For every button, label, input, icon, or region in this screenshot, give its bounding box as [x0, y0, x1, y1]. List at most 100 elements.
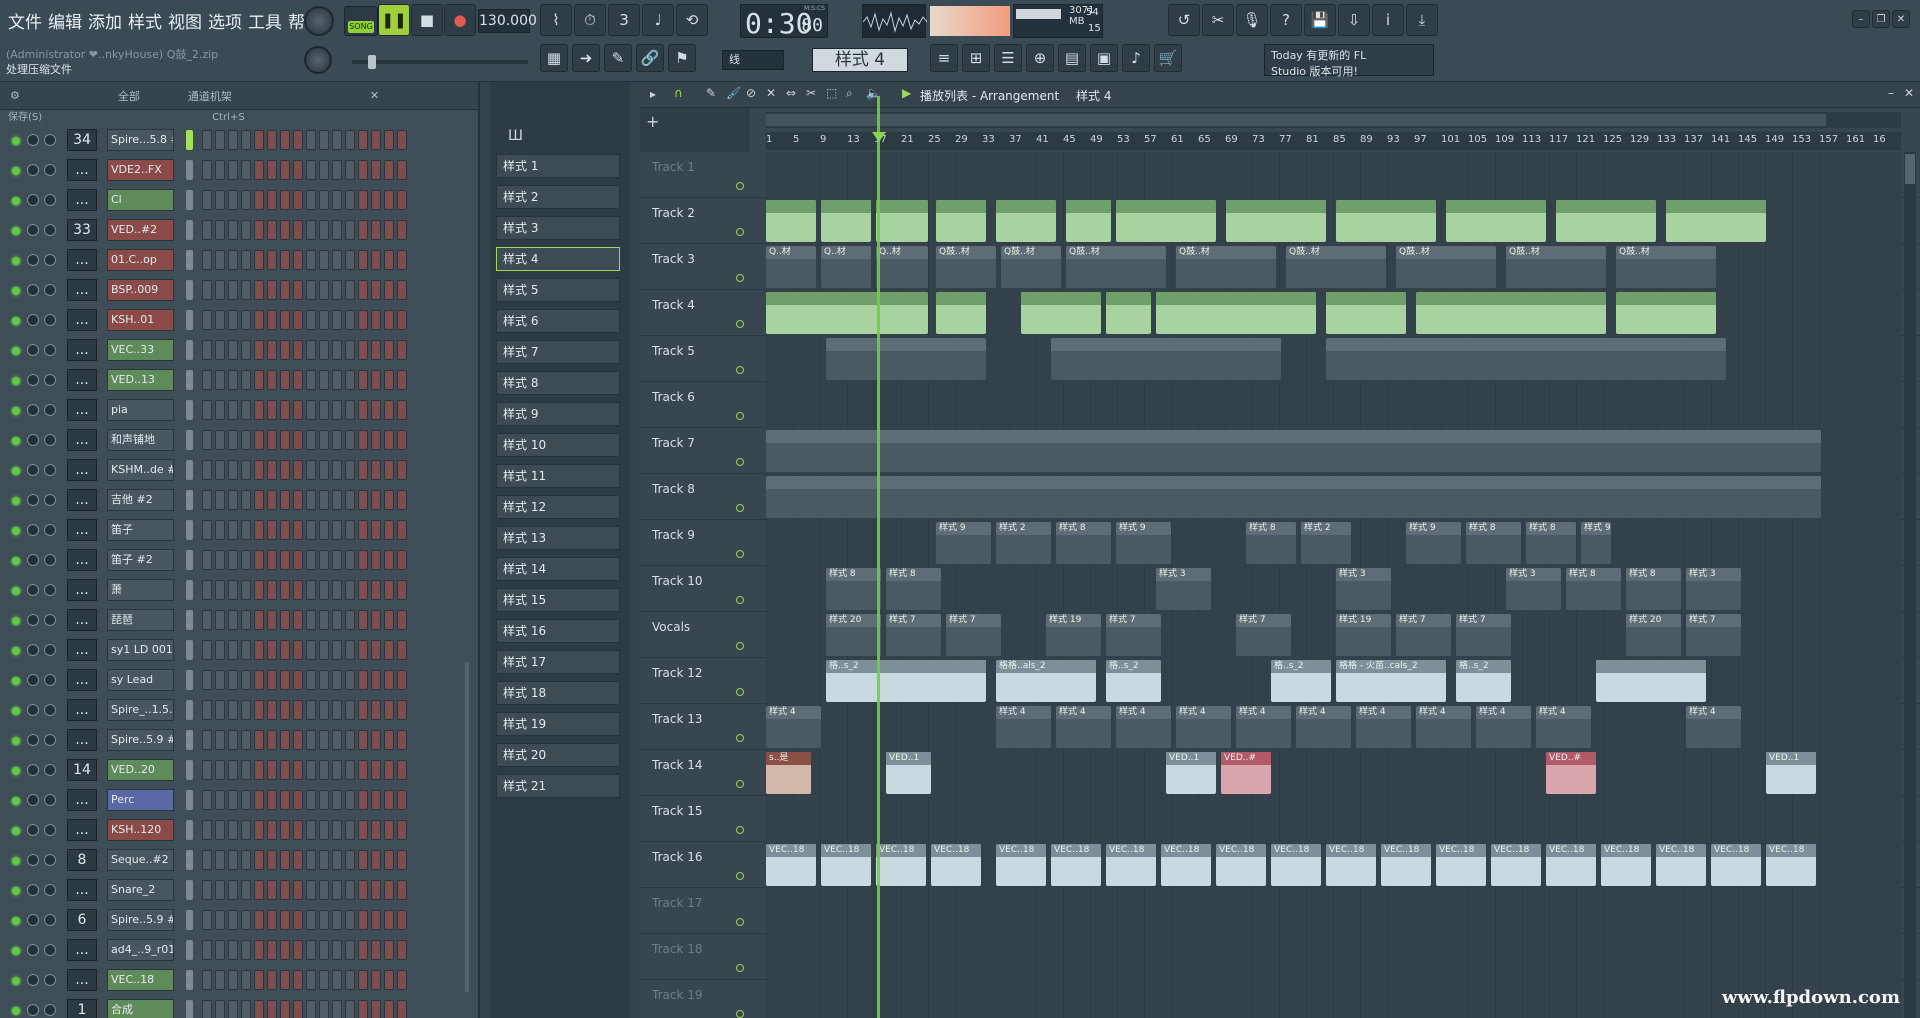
- step-button[interactable]: [358, 520, 368, 540]
- pattern-clip[interactable]: 样式 4: [1116, 706, 1171, 748]
- step-button[interactable]: [306, 220, 316, 240]
- step-button[interactable]: [371, 640, 381, 660]
- step-button[interactable]: [319, 760, 329, 780]
- playlist-minimize-icon[interactable]: –: [1888, 86, 1894, 100]
- track-name[interactable]: Track 5: [652, 344, 695, 358]
- pattern-clip[interactable]: VEC..18: [1546, 844, 1596, 886]
- channel-name-button[interactable]: Cl: [107, 189, 174, 211]
- step-button[interactable]: [254, 160, 264, 180]
- channel-name-button[interactable]: Seque..#2 #2: [107, 849, 174, 871]
- step-button[interactable]: [241, 370, 251, 390]
- pattern-clip[interactable]: 样式 8: [1526, 522, 1576, 564]
- step-button[interactable]: [358, 820, 368, 840]
- step-button[interactable]: [345, 910, 355, 930]
- step-button[interactable]: [228, 700, 238, 720]
- save-icon[interactable]: 💾: [1304, 4, 1336, 36]
- pattern-clip[interactable]: 样式 3: [1506, 568, 1561, 610]
- track-name[interactable]: Track 1: [652, 160, 695, 174]
- track-mute-icon[interactable]: [736, 274, 744, 282]
- step-button[interactable]: [280, 460, 290, 480]
- step-button[interactable]: [228, 580, 238, 600]
- step-button[interactable]: [358, 940, 368, 960]
- channel-led-icon[interactable]: [12, 467, 20, 475]
- mixer-track-number[interactable]: ...: [67, 489, 97, 511]
- step-button[interactable]: [228, 640, 238, 660]
- pattern-clip[interactable]: 样式 4: [1356, 706, 1411, 748]
- step-button[interactable]: [397, 460, 407, 480]
- pattern-clip[interactable]: [1021, 292, 1101, 334]
- step-button[interactable]: [267, 730, 277, 750]
- volume-knob[interactable]: [44, 944, 56, 956]
- step-button[interactable]: [319, 940, 329, 960]
- step-button[interactable]: [254, 730, 264, 750]
- step-button[interactable]: [345, 430, 355, 450]
- step-button[interactable]: [306, 880, 316, 900]
- channel-name-button[interactable]: KSH..01: [107, 309, 174, 331]
- channel-row[interactable]: ... KSH..120: [0, 816, 480, 846]
- volume-knob[interactable]: [44, 164, 56, 176]
- channel-led-icon[interactable]: [12, 767, 20, 775]
- track-name[interactable]: Track 15: [652, 804, 702, 818]
- step-button[interactable]: [267, 460, 277, 480]
- step-button[interactable]: [319, 730, 329, 750]
- step-button[interactable]: [267, 280, 277, 300]
- channel-row[interactable]: ... Spire_..1.5.9: [0, 696, 480, 726]
- step-button[interactable]: [332, 250, 342, 270]
- step-button[interactable]: [358, 760, 368, 780]
- step-button[interactable]: [345, 220, 355, 240]
- channel-led-icon[interactable]: [12, 1007, 20, 1015]
- step-button[interactable]: [306, 1000, 316, 1018]
- channel-row[interactable]: ... 和声铺地: [0, 426, 480, 456]
- channel-row[interactable]: 34Spire...5.8 #6: [0, 126, 480, 156]
- track-name[interactable]: Track 13: [652, 712, 702, 726]
- step-button[interactable]: [241, 790, 251, 810]
- track-lane[interactable]: [766, 382, 1901, 428]
- step-button[interactable]: [228, 550, 238, 570]
- step-button[interactable]: [397, 340, 407, 360]
- track-lane[interactable]: 样式 20 样式 7 样式 7 样式 19 样式 7 样式 7 样式 19 样式 7 样式 7样…: [766, 612, 1901, 658]
- pattern-clip[interactable]: [1446, 200, 1546, 242]
- volume-knob[interactable]: [44, 494, 56, 506]
- channel-select[interactable]: [186, 190, 193, 210]
- snap-select[interactable]: 线: [722, 50, 784, 70]
- playlist-vscrollbar[interactable]: [1904, 152, 1916, 1018]
- step-button[interactable]: [397, 370, 407, 390]
- step-button[interactable]: [345, 970, 355, 990]
- step-button[interactable]: [215, 310, 225, 330]
- step-button[interactable]: [254, 850, 264, 870]
- step-button[interactable]: [215, 910, 225, 930]
- master-volume-knob[interactable]: [304, 6, 334, 36]
- step-button[interactable]: [397, 970, 407, 990]
- playlist-icon[interactable]: ▤: [1058, 44, 1086, 72]
- step-button[interactable]: [384, 250, 394, 270]
- menu-item[interactable]: 工具: [246, 8, 284, 33]
- step-button[interactable]: [267, 550, 277, 570]
- channel-select[interactable]: [186, 880, 193, 900]
- step-button[interactable]: [241, 460, 251, 480]
- step-button[interactable]: [384, 220, 394, 240]
- step-button[interactable]: [397, 280, 407, 300]
- step-button[interactable]: [241, 610, 251, 630]
- step-button[interactable]: [215, 820, 225, 840]
- step-button[interactable]: [202, 1000, 212, 1018]
- step-button[interactable]: [254, 400, 264, 420]
- step-button[interactable]: [332, 430, 342, 450]
- channel-led-icon[interactable]: [12, 647, 20, 655]
- pattern-clip[interactable]: 样式 20: [826, 614, 881, 656]
- track-mute-icon[interactable]: [736, 872, 744, 880]
- pattern-clip[interactable]: [766, 292, 928, 334]
- track-mute-icon[interactable]: [736, 826, 744, 834]
- step-button[interactable]: [254, 220, 264, 240]
- pattern-clip[interactable]: [1416, 292, 1606, 334]
- step-button[interactable]: [384, 130, 394, 150]
- channel-row[interactable]: ... Perc: [0, 786, 480, 816]
- step-button[interactable]: [293, 640, 303, 660]
- step-button[interactable]: [345, 670, 355, 690]
- step-button[interactable]: [241, 640, 251, 660]
- channel-row[interactable]: ... 笛子: [0, 516, 480, 546]
- step-button[interactable]: [241, 430, 251, 450]
- step-button[interactable]: [280, 430, 290, 450]
- step-button[interactable]: [241, 400, 251, 420]
- step-button[interactable]: [319, 250, 329, 270]
- step-button[interactable]: [397, 220, 407, 240]
